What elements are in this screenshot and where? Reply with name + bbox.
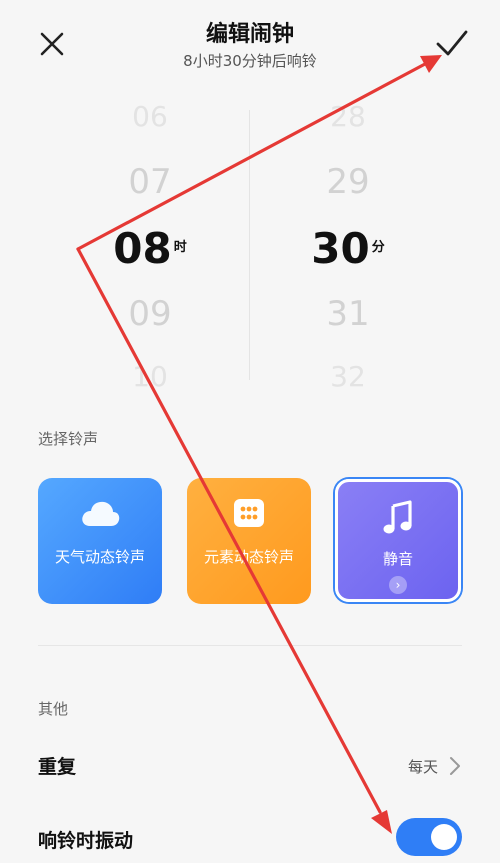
hour-option[interactable]: 09	[50, 294, 250, 334]
checkmark-icon	[436, 30, 468, 56]
minute-unit: 分	[371, 240, 385, 255]
minute-value: 30	[311, 224, 370, 273]
minute-option[interactable]: 31	[248, 294, 448, 334]
music-note-icon	[383, 500, 412, 534]
ringtone-card-silent[interactable]: 静音 ›	[335, 479, 461, 602]
repeat-label[interactable]: 重复	[38, 752, 76, 779]
time-picker: 06 07 08 时 09 10 28 29 30 分 31 32	[0, 90, 500, 400]
hour-option[interactable]: 10	[50, 360, 250, 393]
minute-option[interactable]: 29	[248, 162, 448, 202]
page-title: 编辑闹钟	[205, 22, 294, 47]
section-divider	[38, 645, 462, 646]
ringtone-section-label: 选择铃声	[38, 430, 99, 448]
hour-selected[interactable]: 08 时	[50, 224, 250, 273]
vibrate-label: 响铃时振动	[38, 830, 134, 852]
minute-option[interactable]: 32	[248, 360, 448, 393]
chevron-right-icon[interactable]	[448, 756, 462, 776]
ringtone-card-weather[interactable]: 天气动态铃声	[38, 478, 162, 604]
hour-value: 08	[113, 224, 172, 273]
minute-wheel[interactable]: 28 29 30 分 31 32	[248, 90, 448, 400]
toggle-knob	[431, 824, 457, 850]
hour-unit: 时	[173, 240, 187, 255]
grid-icon	[234, 499, 264, 527]
ringtone-card-label: 静音	[382, 550, 413, 568]
minute-selected[interactable]: 30 分	[248, 224, 448, 273]
hour-option[interactable]: 06	[50, 100, 250, 133]
chevron-right-icon[interactable]: ›	[389, 576, 407, 594]
minute-option[interactable]: 28	[248, 100, 448, 133]
ringtone-card-element[interactable]: 元素动态铃声	[187, 478, 311, 604]
repeat-value[interactable]: 每天	[408, 756, 438, 777]
vibrate-toggle[interactable]	[396, 818, 462, 856]
header: 编辑闹钟 8小时30分钟后响铃	[0, 0, 500, 90]
hour-option[interactable]: 07	[50, 162, 250, 202]
hour-wheel[interactable]: 06 07 08 时 09 10	[50, 90, 250, 400]
cloud-icon	[82, 501, 120, 526]
page-subtitle: 8小时30分钟后响铃	[183, 52, 317, 70]
confirm-button[interactable]	[432, 26, 472, 62]
ringtone-card-label: 天气动态铃声	[54, 548, 145, 566]
ringtone-card-label: 元素动态铃声	[203, 548, 294, 566]
other-section-label: 其他	[38, 700, 69, 718]
